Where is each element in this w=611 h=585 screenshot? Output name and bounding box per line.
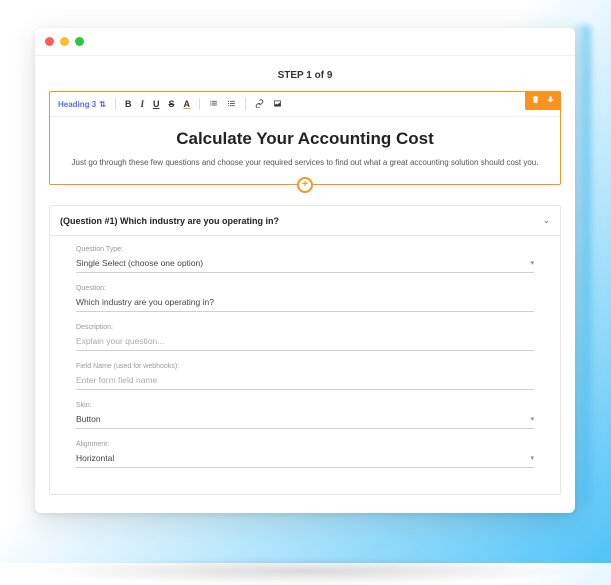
heading-editor-block: Heading 3 ⇅ B I U S A xyxy=(49,91,561,185)
caret-icon: ▾ xyxy=(530,259,534,267)
text-toolbar: Heading 3 ⇅ B I U S A xyxy=(50,92,560,117)
move-down-icon[interactable] xyxy=(546,95,555,106)
strike-button[interactable]: S xyxy=(168,100,174,109)
skin-group: Skin: Button ▾ xyxy=(76,402,534,429)
question-title: (Question #1) Which industry are you ope… xyxy=(60,216,279,226)
link-button[interactable] xyxy=(255,99,264,110)
italic-button[interactable]: I xyxy=(140,100,144,109)
heading-content[interactable]: Calculate Your Accounting Cost Just go t… xyxy=(50,117,560,184)
bold-button[interactable]: B xyxy=(125,100,132,109)
skin-label: Skin: xyxy=(76,402,534,409)
question-text-input[interactable]: Which industry are you operating in? xyxy=(76,295,534,312)
delete-icon[interactable] xyxy=(531,95,540,106)
caret-icon: ▾ xyxy=(530,415,534,423)
page-title: Calculate Your Accounting Cost xyxy=(70,129,540,149)
page-subtitle: Just go through these few questions and … xyxy=(70,157,540,168)
question-header[interactable]: (Question #1) Which industry are you ope… xyxy=(50,206,560,236)
updown-icon: ⇅ xyxy=(99,100,106,109)
caret-icon: ▾ xyxy=(530,454,534,462)
alignment-group: Alignment: Horizontal ▾ xyxy=(76,441,534,468)
text-color-button[interactable]: A xyxy=(183,100,190,109)
heading-level-label: Heading 3 xyxy=(58,100,96,109)
question-panel: (Question #1) Which industry are you ope… xyxy=(49,205,561,495)
add-block-button[interactable]: + xyxy=(297,177,313,193)
question-text-label: Question: xyxy=(76,285,534,292)
content-area: STEP 1 of 9 Heading 3 ⇅ B I U S xyxy=(35,56,575,513)
alignment-value: Horizontal xyxy=(76,453,114,463)
unordered-list-button[interactable] xyxy=(227,99,236,110)
description-label: Description: xyxy=(76,324,534,331)
question-type-value: Single Select (choose one option) xyxy=(76,258,203,268)
description-group: Description: Explain your question... xyxy=(76,324,534,351)
heading-level-select[interactable]: Heading 3 ⇅ xyxy=(58,100,106,109)
fieldname-input[interactable]: Enter form field name xyxy=(76,373,534,390)
question-type-select[interactable]: Single Select (choose one option) ▾ xyxy=(76,256,534,273)
minimize-icon[interactable] xyxy=(60,37,69,46)
ordered-list-button[interactable] xyxy=(209,99,218,110)
fieldname-label: Field Name (used for webhooks): xyxy=(76,363,534,370)
question-type-label: Question Type: xyxy=(76,246,534,253)
alignment-label: Alignment: xyxy=(76,441,534,448)
fieldname-group: Field Name (used for webhooks): Enter fo… xyxy=(76,363,534,390)
chevron-down-icon: ⌄ xyxy=(542,215,550,226)
step-indicator: STEP 1 of 9 xyxy=(49,66,561,91)
window-titlebar xyxy=(35,28,575,56)
question-text-group: Question: Which industry are you operati… xyxy=(76,285,534,312)
maximize-icon[interactable] xyxy=(75,37,84,46)
close-icon[interactable] xyxy=(45,37,54,46)
underline-button[interactable]: U xyxy=(153,100,160,109)
question-body: Question Type: Single Select (choose one… xyxy=(50,236,560,494)
skin-value: Button xyxy=(76,414,101,424)
image-button[interactable] xyxy=(273,99,282,110)
app-window: STEP 1 of 9 Heading 3 ⇅ B I U S xyxy=(35,28,575,513)
alignment-select[interactable]: Horizontal ▾ xyxy=(76,451,534,468)
block-actions xyxy=(525,91,561,110)
description-input[interactable]: Explain your question... xyxy=(76,334,534,351)
skin-select[interactable]: Button ▾ xyxy=(76,412,534,429)
question-type-group: Question Type: Single Select (choose one… xyxy=(76,246,534,273)
